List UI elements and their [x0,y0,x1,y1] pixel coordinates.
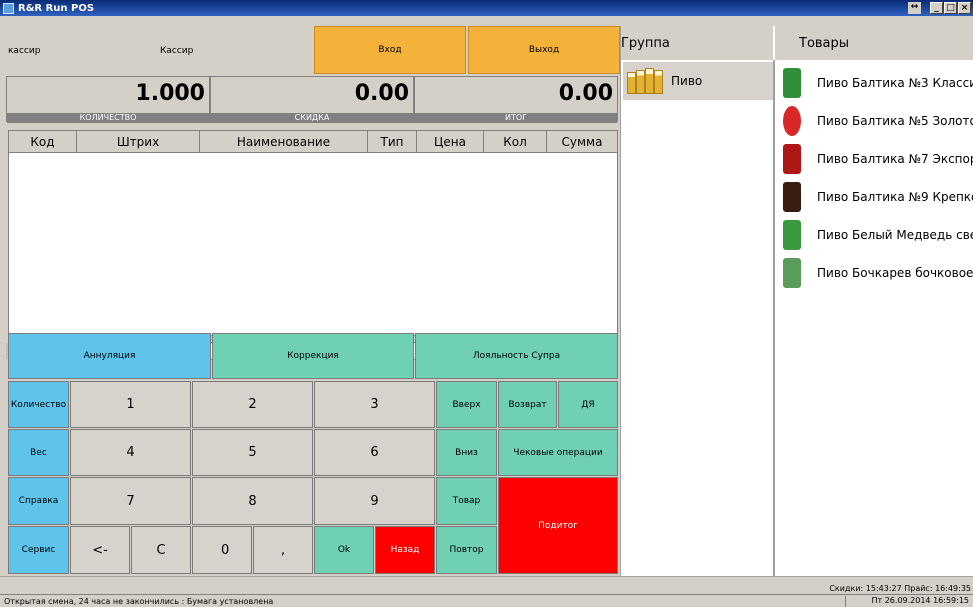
goods-item[interactable]: Пиво Балтика №5 Золотое [775,102,973,140]
sync-status-bar: Скидки: 15:43:27 Прайс: 16:49:35 [0,576,973,594]
correction-button[interactable]: Коррекция [212,333,414,379]
column-header[interactable]: Кол [484,131,547,152]
goods-item[interactable]: Пиво Балтика №7 Экспортное [775,140,973,178]
group-name: Пиво [671,74,703,88]
column-header[interactable]: Цена [417,131,484,152]
check-operations-button[interactable]: Чековые операции [498,429,618,476]
cashier-role-label: кассир [8,46,41,56]
maximize-button[interactable]: □ [944,2,957,14]
green-bottle-icon [783,68,801,98]
quantity-value: 1.000 [135,81,205,106]
goods-header: Товары [775,26,973,60]
column-header[interactable]: Наименование [200,131,368,152]
login-button[interactable]: Вход [314,26,466,74]
quantity-label: КОЛИЧЕСТВО [7,113,209,123]
beer-glasses-icon [627,68,663,94]
status-bar: Открытая смена, 24 часа не закончились :… [0,594,973,607]
goods-list: Пиво Балтика №3 Классическое Пиво Балтик… [775,60,973,576]
pos-window: R&R Run POS ↔ _ □ × кассир Кассир Вход В… [0,0,973,607]
cashier-name: Кассир [160,46,194,56]
key-6[interactable]: 6 [314,429,435,476]
group-list: Пиво [621,60,773,576]
discount-value: 0.00 [354,81,409,106]
goods-name: Пиво Бочкарев бочковое [817,266,973,280]
key-0[interactable]: 0 [192,526,252,574]
column-header[interactable]: Штрих [77,131,200,152]
subtotal-button[interactable]: Подитог [498,477,618,574]
goods-button[interactable]: Товар [436,477,497,525]
discount-total: 0.00 СКИДКА [211,77,415,123]
cashier-bar: кассир Кассир Вход Выход [0,26,620,74]
minimize-button[interactable]: _ [930,2,943,14]
service-button[interactable]: Сервис [8,526,69,574]
dark-can-icon [783,182,801,212]
app-icon [3,2,14,14]
green-bottle-icon [783,220,801,250]
goods-item[interactable]: Пиво Балтика №3 Классическое [775,64,973,102]
back-button[interactable]: Назад [375,526,435,574]
total-label: ИТОГ [415,113,617,123]
comma-button[interactable]: , [253,526,313,574]
key-8[interactable]: 8 [192,477,313,525]
receipt-table-header: Код Штрих Наименование Тип Цена Кол Сумм… [9,131,617,153]
goods-item[interactable]: Пиво Бочкарев бочковое [775,254,973,292]
catalog-panel: Группа Товары Пиво Пиво Балтика №3 Класс… [620,26,973,576]
group-item[interactable]: Пиво [623,62,773,100]
goods-item[interactable]: Пиво Балтика №9 Крепкое [775,178,973,216]
loyalty-button[interactable]: Лояльность Супра [415,333,618,379]
close-button[interactable]: × [958,2,971,14]
up-button[interactable]: Вверх [436,381,497,428]
goods-name: Пиво Балтика №7 Экспортное [817,152,973,166]
sync-status: Скидки: 15:43:27 Прайс: 16:49:35 [829,584,971,593]
logout-button[interactable]: Выход [468,26,620,74]
receipt-table[interactable]: Код Штрих Наименование Тип Цена Кол Сумм… [8,130,618,336]
status-datetime: Пт 26.09.2014 16:59:15 [845,596,971,607]
key-3[interactable]: 3 [314,381,435,428]
resize-icon[interactable]: ↔ [908,2,921,14]
annul-button[interactable]: Аннуляция [8,333,211,379]
grand-total: 0.00 ИТОГ [415,77,617,123]
return-button[interactable]: Возврат [498,381,557,428]
goods-name: Пиво Балтика №9 Крепкое [817,190,973,204]
key-5[interactable]: 5 [192,429,313,476]
totals-panel: 1.000 КОЛИЧЕСТВО 0.00 СКИДКА 0.00 ИТОГ [6,76,618,123]
red-can-icon [783,144,801,174]
key-1[interactable]: 1 [70,381,191,428]
goods-item[interactable]: Пиво Белый Медведь светлое [775,216,973,254]
down-button[interactable]: Вниз [436,429,497,476]
green-can-icon [783,258,801,288]
ok-button[interactable]: Ok [314,526,374,574]
help-button[interactable]: Справка [8,477,69,525]
key-9[interactable]: 9 [314,477,435,525]
clear-button[interactable]: C [131,526,191,574]
key-2[interactable]: 2 [192,381,313,428]
ya-button[interactable]: ДЯ [558,381,618,428]
quantity-total: 1.000 КОЛИЧЕСТВО [7,77,211,123]
backspace-button[interactable]: <- [70,526,130,574]
window-title: R&R Run POS [18,2,95,14]
quantity-button[interactable]: Количество [8,381,69,428]
column-header[interactable]: Код [9,131,77,152]
group-header: Группа [621,26,773,60]
weight-button[interactable]: Вес [8,429,69,476]
sale-panel: кассир Кассир Вход Выход 1.000 КОЛИЧЕСТВ… [0,26,620,576]
discount-label: СКИДКА [211,113,413,123]
goods-name: Пиво Балтика №5 Золотое [817,114,973,128]
red-fish-logo-icon [783,106,801,136]
status-message: Открытая смена, 24 часа не закончились :… [4,597,274,606]
total-value: 0.00 [558,81,613,106]
goods-name: Пиво Белый Медведь светлое [817,228,973,242]
column-header[interactable]: Сумма [547,131,617,152]
repeat-button[interactable]: Повтор [436,526,497,574]
title-bar: R&R Run POS ↔ _ □ × [0,0,973,16]
key-4[interactable]: 4 [70,429,191,476]
key-7[interactable]: 7 [70,477,191,525]
column-header[interactable]: Тип [368,131,417,152]
goods-name: Пиво Балтика №3 Классическое [817,76,973,90]
